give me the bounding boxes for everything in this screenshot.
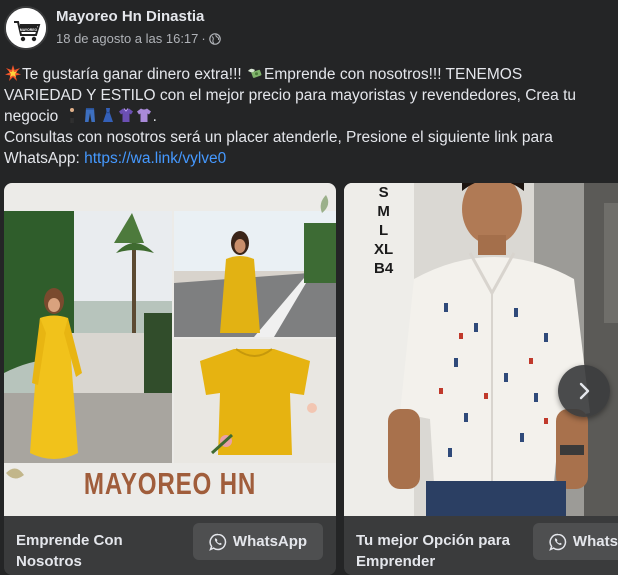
brand-caption: MAYOREO HN (83, 466, 257, 501)
size-l: L (379, 222, 389, 239)
size-b4: B4 (374, 260, 394, 277)
card-1-whatsapp-button[interactable]: WhatsApp (193, 523, 323, 560)
whatsapp-link[interactable]: https://wa.link/vylve0 (84, 150, 226, 167)
tshirt-emoji (136, 108, 151, 122)
jeans-emoji (84, 108, 95, 122)
size-m: M (377, 203, 390, 220)
carousel: MAYOREO HN Emprende Con Nosotros WhatsAp… (0, 183, 618, 575)
post-line-1a: Te gustaría ganar dinero extra!!! (22, 66, 242, 83)
whatsapp-icon (209, 533, 227, 551)
facebook-post: MAYOREO Mayoreo Hn Dinastia 18 de agosto… (0, 0, 618, 575)
size-xl: XL (374, 241, 394, 258)
post-timestamp[interactable]: 18 de agosto a las 16:17 (56, 31, 198, 46)
post-line-5: WhatsApp: (4, 150, 80, 167)
card-1-title: Emprende Con Nosotros (16, 532, 123, 570)
card-2-image[interactable]: S M L XL B4 (344, 183, 618, 516)
shirt-emoji (118, 108, 133, 122)
post-line-4: Consultas con nosotros será un placer at… (4, 129, 553, 146)
person-emoji (69, 108, 74, 123)
whatsapp-icon (549, 533, 567, 551)
post-text: Te gustaría ganar dinero extra!!! Empren… (4, 64, 604, 169)
card-2-title: Tu mejor Opción para Emprender (356, 532, 510, 570)
card-1-footer: Emprende Con Nosotros WhatsApp (4, 516, 336, 575)
chevron-right-icon (579, 382, 590, 400)
money-with-wings-emoji (248, 68, 262, 78)
post-header: MAYOREO Mayoreo Hn Dinastia 18 de agosto… (0, 0, 618, 60)
carousel-next-button[interactable] (558, 365, 610, 417)
post-line-3-end: . (152, 108, 157, 125)
post-meta: 18 de agosto a las 16:17 · (56, 31, 221, 46)
card-2-whatsapp-button[interactable]: WhatsApp (533, 523, 618, 560)
globe-icon (208, 32, 221, 45)
page-avatar[interactable]: MAYOREO (4, 6, 48, 50)
size-list: S M L XL B4 (374, 183, 393, 278)
collision-emoji (5, 65, 21, 81)
meta-separator: · (201, 31, 206, 46)
carousel-card-1[interactable]: MAYOREO HN Emprende Con Nosotros WhatsAp… (4, 183, 336, 575)
post-line-2: VARIEDAD Y ESTILO con el mejor precio pa… (4, 87, 577, 104)
post-line-3: negocio (4, 108, 59, 125)
card-2-footer: Tu mejor Opción para Emprender WhatsApp (344, 516, 618, 575)
avatar-logo-text: MAYOREO (20, 28, 38, 32)
card-1-image[interactable]: MAYOREO HN (4, 183, 336, 516)
card-1-whatsapp-label: WhatsApp (232, 533, 308, 550)
card-2-whatsapp-label: WhatsApp (572, 533, 618, 550)
size-s: S (378, 184, 389, 201)
dress-emoji (102, 108, 113, 122)
page-name-link[interactable]: Mayoreo Hn Dinastia (56, 8, 204, 25)
post-line-1b: Emprende con nosotros!!! TENEMOS (264, 66, 523, 83)
